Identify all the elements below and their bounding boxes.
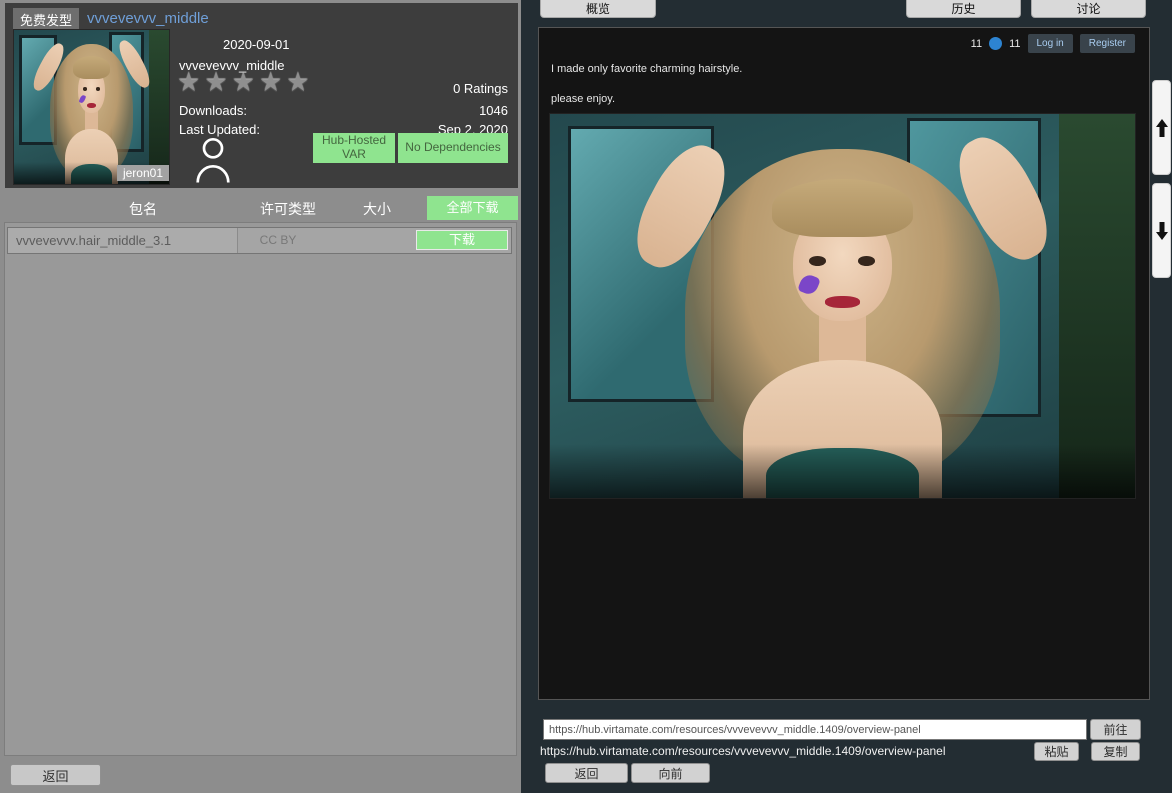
scroll-up-button[interactable] (1152, 80, 1171, 175)
site-topbar: 11 11 Log in Register (971, 34, 1135, 53)
category-badge: 免费发型 (13, 8, 79, 31)
package-table-header: 包名 许可类型 大小 全部下载 (0, 196, 521, 222)
package-name-cell: vvvevevvv.hair_middle_3.1 (8, 228, 238, 253)
register-button[interactable]: Register (1080, 34, 1135, 53)
top-garment-shape (766, 448, 918, 498)
torso-shape (65, 129, 118, 184)
hub-hosted-var-button[interactable]: Hub-Hosted VAR (313, 133, 395, 163)
star-icon: ★ (259, 67, 286, 97)
table-row: vvvevevvv.hair_middle_3.1 CC BY 410.6 KB… (7, 227, 512, 254)
thumbnail-render (14, 30, 169, 184)
current-url-text: https://hub.virtamate.com/resources/vvve… (540, 744, 946, 758)
resource-panel: 免费发型 vvvevevvv_middle (0, 0, 521, 793)
left-eye-shape (809, 256, 827, 266)
description-line-1: I made only favorite charming hairstyle. (551, 63, 742, 75)
tab-overview[interactable]: 概览 (540, 0, 656, 18)
browser-back-button[interactable]: 返回 (545, 763, 628, 783)
browser-panel: 概览 历史 讨论 11 11 Log in Register I made on… (538, 0, 1150, 793)
downloads-value: 1046 (479, 103, 508, 118)
ratings-count: 0 Ratings (453, 81, 508, 96)
download-all-button[interactable]: 全部下载 (427, 196, 518, 220)
down-arrow-icon (1155, 221, 1169, 241)
scroll-down-button[interactable] (1152, 183, 1171, 278)
description-line-2: please enjoy. (551, 93, 615, 105)
foliage-background (149, 30, 169, 184)
login-button[interactable]: Log in (1028, 34, 1073, 53)
publish-date: 2020-09-01 (223, 37, 290, 52)
license-cell: CC BY (233, 233, 323, 247)
star-icon: ★ (286, 67, 313, 97)
lips-shape (825, 296, 860, 308)
resource-title-link[interactable]: vvvevevvv_middle (87, 10, 209, 27)
left-eye-shape (83, 87, 88, 91)
user-icon (195, 135, 231, 185)
rating-stars: ★★★★★ (177, 67, 314, 98)
downloads-label: Downloads: (179, 103, 247, 118)
no-dependencies-button[interactable]: No Dependencies (398, 133, 508, 163)
bangs-shape (73, 56, 110, 79)
page-content: 11 11 Log in Register I made only favori… (538, 27, 1150, 700)
foliage-background (1059, 114, 1135, 498)
go-button[interactable]: 前往 (1090, 719, 1141, 740)
tab-history[interactable]: 历史 (906, 0, 1021, 18)
panel-back-button[interactable]: 返回 (10, 764, 101, 786)
scrollbar (1150, 0, 1172, 793)
star-icon: ★ (204, 67, 231, 97)
lips-shape (87, 103, 96, 108)
torso-shape (743, 360, 942, 498)
count-left: 11 (971, 38, 982, 50)
preview-image[interactable] (549, 113, 1136, 499)
author-name: jeron01 (117, 165, 169, 181)
resource-header-card: 免费发型 vvvevevvv_middle (5, 3, 518, 188)
right-eye-shape (96, 87, 101, 91)
url-input[interactable] (543, 719, 1087, 740)
preview-render (550, 114, 1135, 498)
resource-thumbnail[interactable]: jeron01 (13, 29, 170, 185)
tab-discussion[interactable]: 讨论 (1031, 0, 1146, 18)
paste-button[interactable]: 粘贴 (1034, 742, 1079, 761)
count-right: 11 (1009, 38, 1020, 50)
star-icon: ★ (232, 67, 259, 97)
top-garment-shape (71, 164, 111, 184)
bangs-shape (772, 179, 912, 237)
reactions-icon (989, 37, 1002, 50)
hub-browser-window: 免费发型 vvvevevvv_middle (0, 0, 1172, 793)
resource-meta: 2020-09-01 vvvevevvv_middle ★★★★★ 0 Rati… (177, 27, 512, 185)
star-icon: ★ (177, 67, 204, 97)
column-size: 大小 (345, 199, 409, 219)
browser-forward-button[interactable]: 向前 (631, 763, 710, 783)
package-list: vvvevevvv.hair_middle_3.1 CC BY 410.6 KB… (4, 222, 517, 756)
download-button[interactable]: 下载 (416, 230, 508, 250)
up-arrow-icon (1155, 118, 1169, 138)
column-license-type: 许可类型 (243, 199, 333, 219)
copy-button[interactable]: 复制 (1091, 742, 1140, 761)
